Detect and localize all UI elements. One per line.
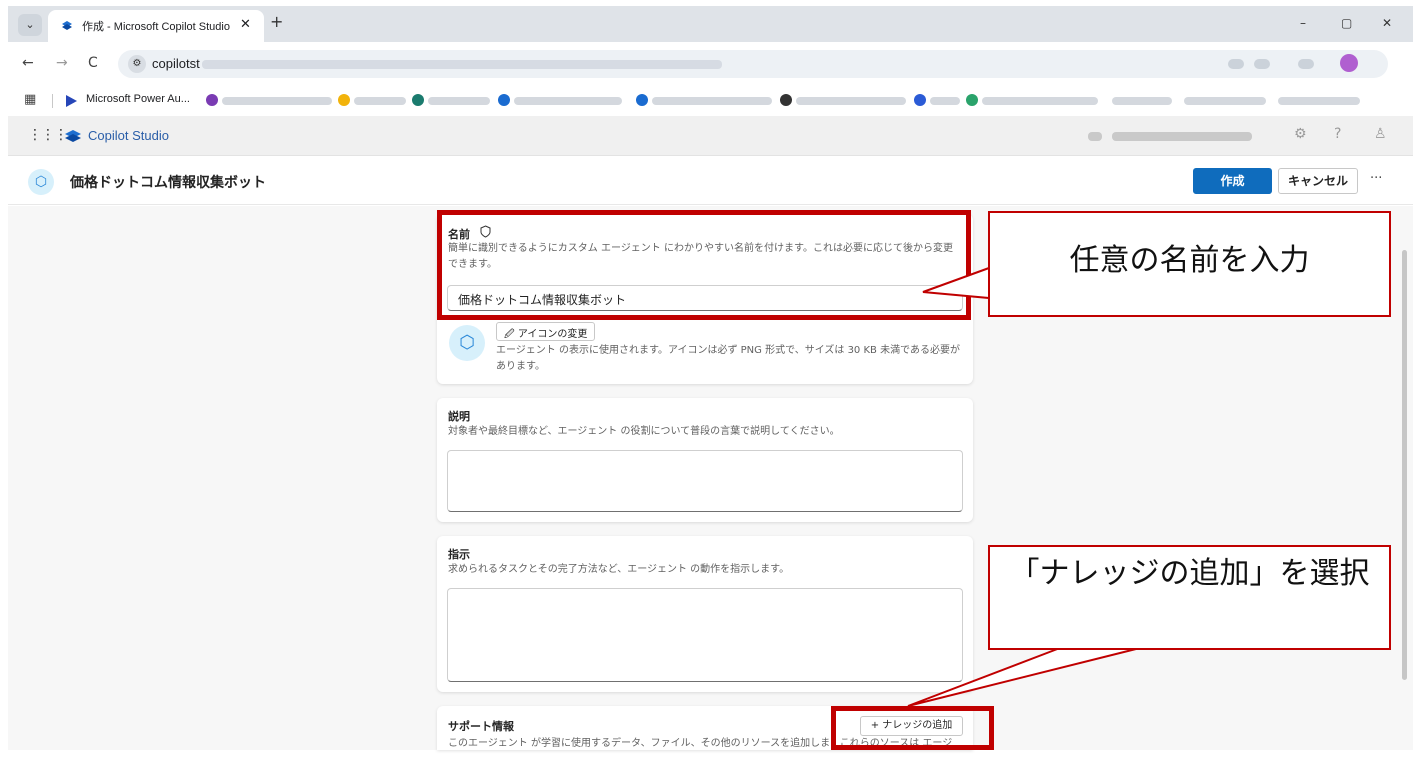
bookmark-icon — [636, 94, 648, 106]
instructions-help: 求められるタスクとその完了方法など、エージェント の動作を指示します。 — [448, 564, 790, 575]
vertical-scrollbar[interactable] — [1402, 250, 1407, 680]
url-redacted — [202, 60, 722, 69]
help-icon[interactable]: ? — [1334, 126, 1341, 142]
bookmark-icon — [206, 94, 218, 106]
tab-list-chevron-icon[interactable]: ⌄ — [18, 14, 42, 36]
change-icon-label: アイコンの変更 — [517, 329, 588, 340]
copilot-studio-favicon-icon — [62, 21, 72, 30]
bookmarks-bar: ▦ Microsoft Power Au... — [8, 86, 1413, 116]
bookmark-redacted[interactable] — [514, 97, 622, 105]
icon-help: エージェント の表示に使用されます。アイコンは必ず PNG 形式で、サイズは 3… — [496, 345, 960, 372]
url-text: copilotst — [152, 56, 200, 71]
image-edit-icon: 🖉 — [504, 329, 518, 340]
instructions-textarea[interactable] — [447, 588, 963, 682]
agent-hexagon-icon: ⬡ — [449, 325, 485, 361]
grid-icon[interactable]: ▦ — [24, 92, 36, 107]
profile-avatar[interactable] — [1340, 54, 1358, 72]
extension-icon-2[interactable] — [1254, 59, 1270, 69]
power-automate-icon — [66, 95, 77, 107]
bookmark-icon — [914, 94, 926, 106]
knowledge-label: サポート情報 — [448, 720, 514, 733]
reload-icon[interactable]: C — [88, 55, 98, 71]
bookmark-redacted[interactable] — [930, 97, 960, 105]
instructions-card: 指示 求められるタスクとその完了方法など、エージェント の動作を指示します。 — [437, 536, 973, 692]
bookmark-power-automate[interactable]: Microsoft Power Au... — [86, 93, 190, 105]
change-icon-button[interactable]: 🖉 アイコンの変更 — [496, 322, 596, 341]
bookmark-divider — [52, 94, 53, 108]
description-help: 対象者や最終目標など、エージェント の役割について普段の言葉で説明してください。 — [448, 426, 840, 437]
bookmark-icon — [412, 94, 424, 106]
address-bar[interactable]: ⚙ copilotst — [118, 50, 1388, 78]
app-launcher-icon[interactable]: ⋮⋮⋮ — [28, 127, 68, 143]
app-header: ⋮⋮⋮ Copilot Studio ⚙ ? ♙ — [8, 116, 1413, 156]
name-card: 名前 簡単に識別できるようにカスタム エージェント にわかりやすい名前を付けます… — [437, 214, 973, 384]
create-button[interactable]: 作成 — [1193, 168, 1272, 194]
bookmark-redacted[interactable] — [982, 97, 1098, 105]
browser-tab-active[interactable]: 作成 - Microsoft Copilot Studio ✕ — [48, 10, 264, 42]
bookmark-redacted[interactable] — [796, 97, 906, 105]
forward-icon[interactable]: → — [56, 55, 68, 71]
description-label: 説明 — [448, 410, 470, 423]
bookmark-icon — [966, 94, 978, 106]
tab-close-icon[interactable]: ✕ — [240, 17, 251, 32]
shield-icon — [480, 225, 491, 238]
tab-title: 作成 - Microsoft Copilot Studio — [82, 21, 230, 33]
account-icon[interactable]: ♙ — [1374, 126, 1387, 142]
environment-picker[interactable] — [1112, 132, 1252, 141]
agent-header: ⬡ 価格ドットコム情報収集ボット 作成 キャンセル ··· — [8, 157, 1413, 205]
bookmark-folder[interactable] — [1278, 97, 1360, 105]
name-help: 簡単に識別できるようにカスタム エージェント にわかりやすい名前を付けます。これ… — [448, 243, 953, 270]
more-options-icon[interactable]: ··· — [1370, 171, 1382, 186]
knowledge-card: サポート情報 + ナレッジの追加 このエージェント が学習に使用するデータ、ファ… — [437, 706, 973, 750]
settings-icon[interactable]: ⚙ — [1294, 126, 1307, 142]
bookmark-icon — [338, 94, 350, 106]
environment-icon — [1088, 132, 1102, 141]
bookmark-redacted[interactable] — [652, 97, 772, 105]
bookmark-redacted[interactable] — [222, 97, 332, 105]
knowledge-help: このエージェント が学習に使用するデータ、ファイル、その他のリソースを追加しま.… — [448, 738, 953, 749]
instructions-label: 指示 — [448, 548, 470, 561]
copilot-studio-logo-icon — [65, 130, 81, 142]
agent-title: 価格ドットコム情報収集ボット — [70, 175, 266, 191]
minimize-button[interactable]: – — [1300, 16, 1306, 30]
restore-button[interactable]: ▢ — [1341, 16, 1352, 30]
description-card: 説明 対象者や最終目標など、エージェント の役割について普段の言葉で説明してくだ… — [437, 398, 973, 522]
extension-icon[interactable] — [1228, 59, 1244, 69]
bookmark-icon — [780, 94, 792, 106]
app-name[interactable]: Copilot Studio — [88, 128, 169, 143]
description-textarea[interactable] — [447, 450, 963, 512]
bookmark-redacted[interactable] — [354, 97, 406, 105]
bookmark-icon — [498, 94, 510, 106]
add-knowledge-button[interactable]: + ナレッジの追加 — [860, 716, 963, 736]
close-window-button[interactable]: ✕ — [1382, 16, 1392, 30]
new-tab-button[interactable]: + — [270, 12, 283, 31]
site-info-icon[interactable]: ⚙ — [128, 55, 146, 73]
name-callout: 任意の名前を入力 — [988, 211, 1391, 317]
name-input[interactable]: 価格ドットコム情報収集ボット — [447, 285, 963, 311]
back-icon[interactable]: ← — [22, 55, 34, 71]
name-label: 名前 — [448, 228, 470, 241]
knowledge-callout: 「ナレッジの追加」を選択 — [988, 545, 1391, 650]
extension-icon-3[interactable] — [1298, 59, 1314, 69]
agent-hexagon-icon: ⬡ — [28, 169, 54, 195]
bookmark-folder[interactable] — [1184, 97, 1266, 105]
cancel-button[interactable]: キャンセル — [1278, 168, 1358, 194]
browser-tabstrip: ⌄ 作成 - Microsoft Copilot Studio ✕ + – ▢ … — [8, 6, 1413, 42]
bookmark-redacted[interactable] — [428, 97, 490, 105]
browser-toolbar: ← → C ⚙ copilotst — [8, 42, 1413, 86]
bookmark-folder[interactable] — [1112, 97, 1172, 105]
